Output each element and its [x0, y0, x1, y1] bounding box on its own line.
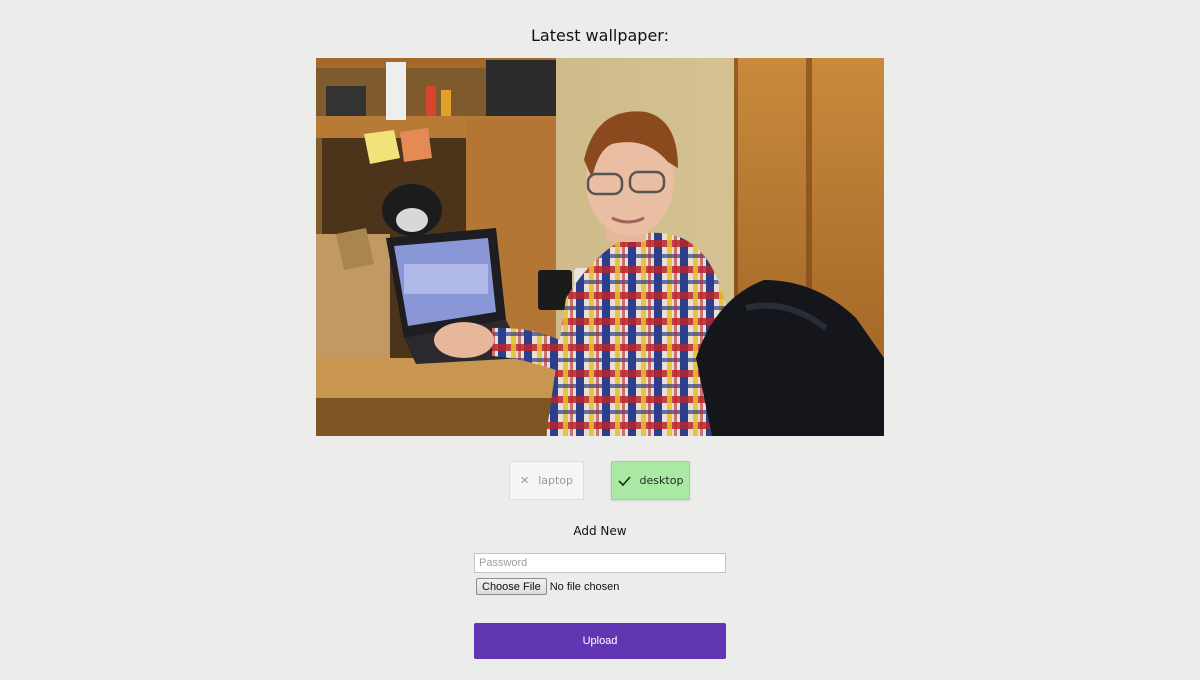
upload-button[interactable]: Upload — [474, 623, 726, 659]
password-input[interactable] — [474, 553, 726, 573]
checkmark-icon — [617, 475, 631, 486]
add-new-heading: Add New — [573, 524, 627, 538]
close-icon: ✕ — [519, 474, 530, 487]
file-picker: Choose File No file chosen — [476, 578, 619, 595]
page-title: Latest wallpaper: — [531, 26, 669, 45]
device-toggle-desktop[interactable]: desktop — [611, 461, 690, 500]
device-toggle-laptop[interactable]: ✕ laptop — [509, 461, 584, 500]
device-toggle-label: desktop — [639, 474, 684, 487]
device-toggle-label: laptop — [538, 474, 574, 487]
wallpaper-image — [316, 58, 884, 436]
choose-file-button[interactable]: Choose File — [476, 578, 547, 595]
file-status-text: No file chosen — [549, 580, 620, 593]
